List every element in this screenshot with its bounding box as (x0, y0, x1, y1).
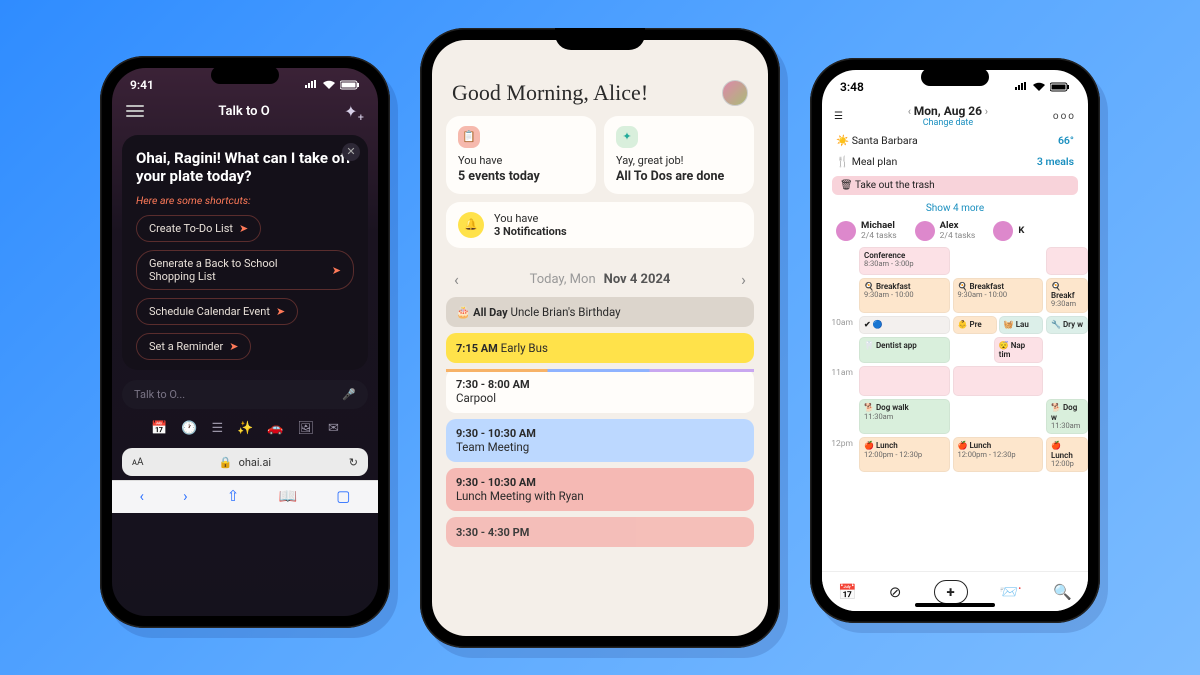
calendar-event[interactable]: 🍳 Breakfast9:30am - 10:00 (953, 278, 1044, 313)
status-time: 3:48 (840, 80, 864, 94)
browser-nav: ‹ › ⇧ 📖 ▢ (112, 480, 378, 513)
show-more-link[interactable]: Show 4 more (822, 199, 1088, 218)
event-item[interactable]: 7:15 AM Early Bus (446, 333, 754, 363)
notifications-card[interactable]: 🔔 You have 3 Notifications (446, 202, 754, 248)
calendar-event[interactable]: 🦷 Dentist app (859, 337, 950, 363)
phone-calendar: 3:48 ☰ ‹ Mon, Aug 26 › Change date ooo ☀… (810, 58, 1100, 623)
text-size-icon[interactable]: ᴀA (132, 457, 143, 468)
shortcuts-label: Here are some shortcuts: (136, 194, 354, 207)
date-label: Today, Mon (530, 272, 596, 287)
list-icon[interactable]: ☰ (211, 421, 223, 436)
task-pill[interactable]: 🗑 Take out the trash (832, 176, 1078, 195)
calendar-event[interactable]: 🍎 Lunch12:00pm - 12:30p (859, 437, 950, 472)
mail-icon[interactable]: ✉ (328, 421, 339, 436)
check-icon[interactable]: ⊘ (889, 583, 902, 601)
sparkle-check-icon: ✦ (616, 126, 638, 148)
greeting-card: ✕ Ohai, Ragini! What can I take off your… (122, 135, 368, 371)
url-bar[interactable]: ᴀA 🔒 ohai.ai ↻ (122, 448, 368, 476)
menu-icon[interactable] (126, 105, 144, 117)
date-value: Nov 4 2024 (604, 272, 671, 287)
greeting-text: Ohai, Ragini! What can I take off your p… (136, 149, 354, 187)
sparkle-icon[interactable]: ✦₊ (344, 102, 364, 121)
weather-row[interactable]: ☀️ Santa Barbara 66° (822, 130, 1088, 151)
chat-placeholder: Talk to O... (134, 388, 185, 401)
close-icon[interactable]: ✕ (342, 143, 360, 161)
clipboard-icon: 📋 (458, 126, 480, 148)
app-title: Talk to O (218, 104, 269, 119)
person-chip[interactable]: K (993, 221, 1024, 241)
event-item[interactable]: 🎂 All Day Uncle Brian's Birthday (446, 297, 754, 327)
calendar-event[interactable]: ✔ 🔵 (859, 316, 950, 334)
calendar-event[interactable]: 🔧 Dry w (1046, 316, 1088, 334)
date-navigator: ‹ Today, Mon Nov 4 2024 › (432, 256, 768, 295)
person-chip[interactable]: Alex2/4 tasks (915, 220, 976, 241)
phone-dashboard: Good Morning, Alice! 📋 You have 5 events… (420, 28, 780, 648)
toolbar: 📅 🕐 ☰ ✨ 🚗 🖼 ✉ (112, 415, 378, 444)
shortcut-button[interactable]: Create To-Do List ➤ (136, 215, 261, 242)
prev-day-icon[interactable]: ‹ (454, 270, 459, 289)
change-date-link[interactable]: Change date (908, 118, 988, 128)
done-pre: Yay, great job! (616, 154, 684, 167)
calendar-event[interactable]: 👶 Pre (953, 316, 997, 334)
share-icon[interactable]: ⇧ (227, 487, 240, 505)
calendar-event[interactable]: 🐕 Dog walk11:30am (859, 399, 950, 434)
done-main: All To Dos are done (616, 169, 742, 184)
mic-icon[interactable]: 🎤 (342, 388, 356, 401)
calendar-event[interactable]: 😴 Nap tim (994, 337, 1043, 363)
home-indicator (915, 603, 995, 607)
image-icon[interactable]: 🖼 (297, 421, 314, 436)
calendar-event[interactable]: 🍳 Breakfast9:30am - 10:00 (859, 278, 950, 313)
calendar-event[interactable]: 🐕 Dog w11:30am (1046, 399, 1088, 434)
phone-ohai: 9:41 Talk to O ✦₊ ✕ Ohai, Ragini! What c… (100, 56, 390, 628)
shortcut-button[interactable]: Schedule Calendar Event ➤ (136, 298, 298, 325)
bookmarks-icon[interactable]: 📖 (278, 487, 297, 505)
url-text: ohai.ai (239, 456, 272, 469)
event-item[interactable]: 3:30 - 4:30 PM (446, 517, 754, 547)
status-time: 9:41 (130, 78, 154, 92)
event-item[interactable]: 9:30 - 10:30 AMTeam Meeting (446, 419, 754, 462)
date-header[interactable]: ‹ Mon, Aug 26 › Change date (908, 104, 988, 128)
forward-icon[interactable]: › (183, 487, 188, 505)
chat-input[interactable]: Talk to O... 🎤 (122, 380, 368, 409)
bell-icon: 🔔 (458, 212, 484, 238)
event-item[interactable]: 7:30 - 8:00 AMCarpool (446, 369, 754, 413)
inbox-icon[interactable]: 📨• (1000, 583, 1021, 601)
events-main: 5 events today (458, 169, 584, 184)
notif-main: 3 Notifications (494, 225, 567, 238)
shortcut-button[interactable]: Generate a Back to School Shopping List … (136, 250, 354, 290)
calendar-event[interactable]: Conference8:30am - 3:00p (859, 247, 950, 275)
tabs-icon[interactable]: ▢ (336, 487, 350, 505)
notif-pre: You have (494, 212, 538, 225)
search-icon[interactable]: 🔍 (1053, 583, 1072, 601)
events-pre: You have (458, 154, 502, 167)
events-card[interactable]: 📋 You have 5 events today (446, 116, 596, 194)
clock-icon[interactable]: 🕐 (181, 421, 197, 436)
calendar-event[interactable]: 🍳 Breakf9:30am (1046, 278, 1088, 313)
back-icon[interactable]: ‹ (140, 487, 145, 505)
calendar-event[interactable]: 🍎 Lunch12:00p (1046, 437, 1088, 472)
avatar[interactable] (722, 80, 748, 106)
meal-row[interactable]: 🍴 Meal plan 3 meals (822, 151, 1088, 172)
todos-card[interactable]: ✦ Yay, great job! All To Dos are done (604, 116, 754, 194)
refresh-icon[interactable]: ↻ (349, 456, 358, 469)
event-item[interactable]: 9:30 - 10:30 AMLunch Meeting with Ryan (446, 468, 754, 511)
more-icon[interactable]: ooo (1053, 111, 1076, 122)
calendar-add-icon[interactable]: 📅 (151, 421, 167, 436)
calendar-event[interactable]: 🧺 Lau (999, 316, 1043, 334)
calendar-icon[interactable]: 📅 (838, 583, 857, 601)
menu-icon[interactable]: ☰ (834, 111, 843, 122)
shortcut-button[interactable]: Set a Reminder ➤ (136, 333, 251, 360)
greeting-title: Good Morning, Alice! (452, 80, 648, 106)
lock-icon: 🔒 (219, 456, 233, 469)
person-chip[interactable]: Michael2/4 tasks (836, 220, 897, 241)
status-icons (304, 80, 360, 90)
add-button[interactable]: + (934, 580, 968, 604)
sparkle-tool-icon[interactable]: ✨ (237, 421, 253, 436)
calendar-event[interactable] (1046, 247, 1088, 275)
calendar-event[interactable]: 🍎 Lunch12:00pm - 12:30p (953, 437, 1044, 472)
next-day-icon[interactable]: › (741, 270, 746, 289)
car-icon[interactable]: 🚗 (267, 421, 283, 436)
